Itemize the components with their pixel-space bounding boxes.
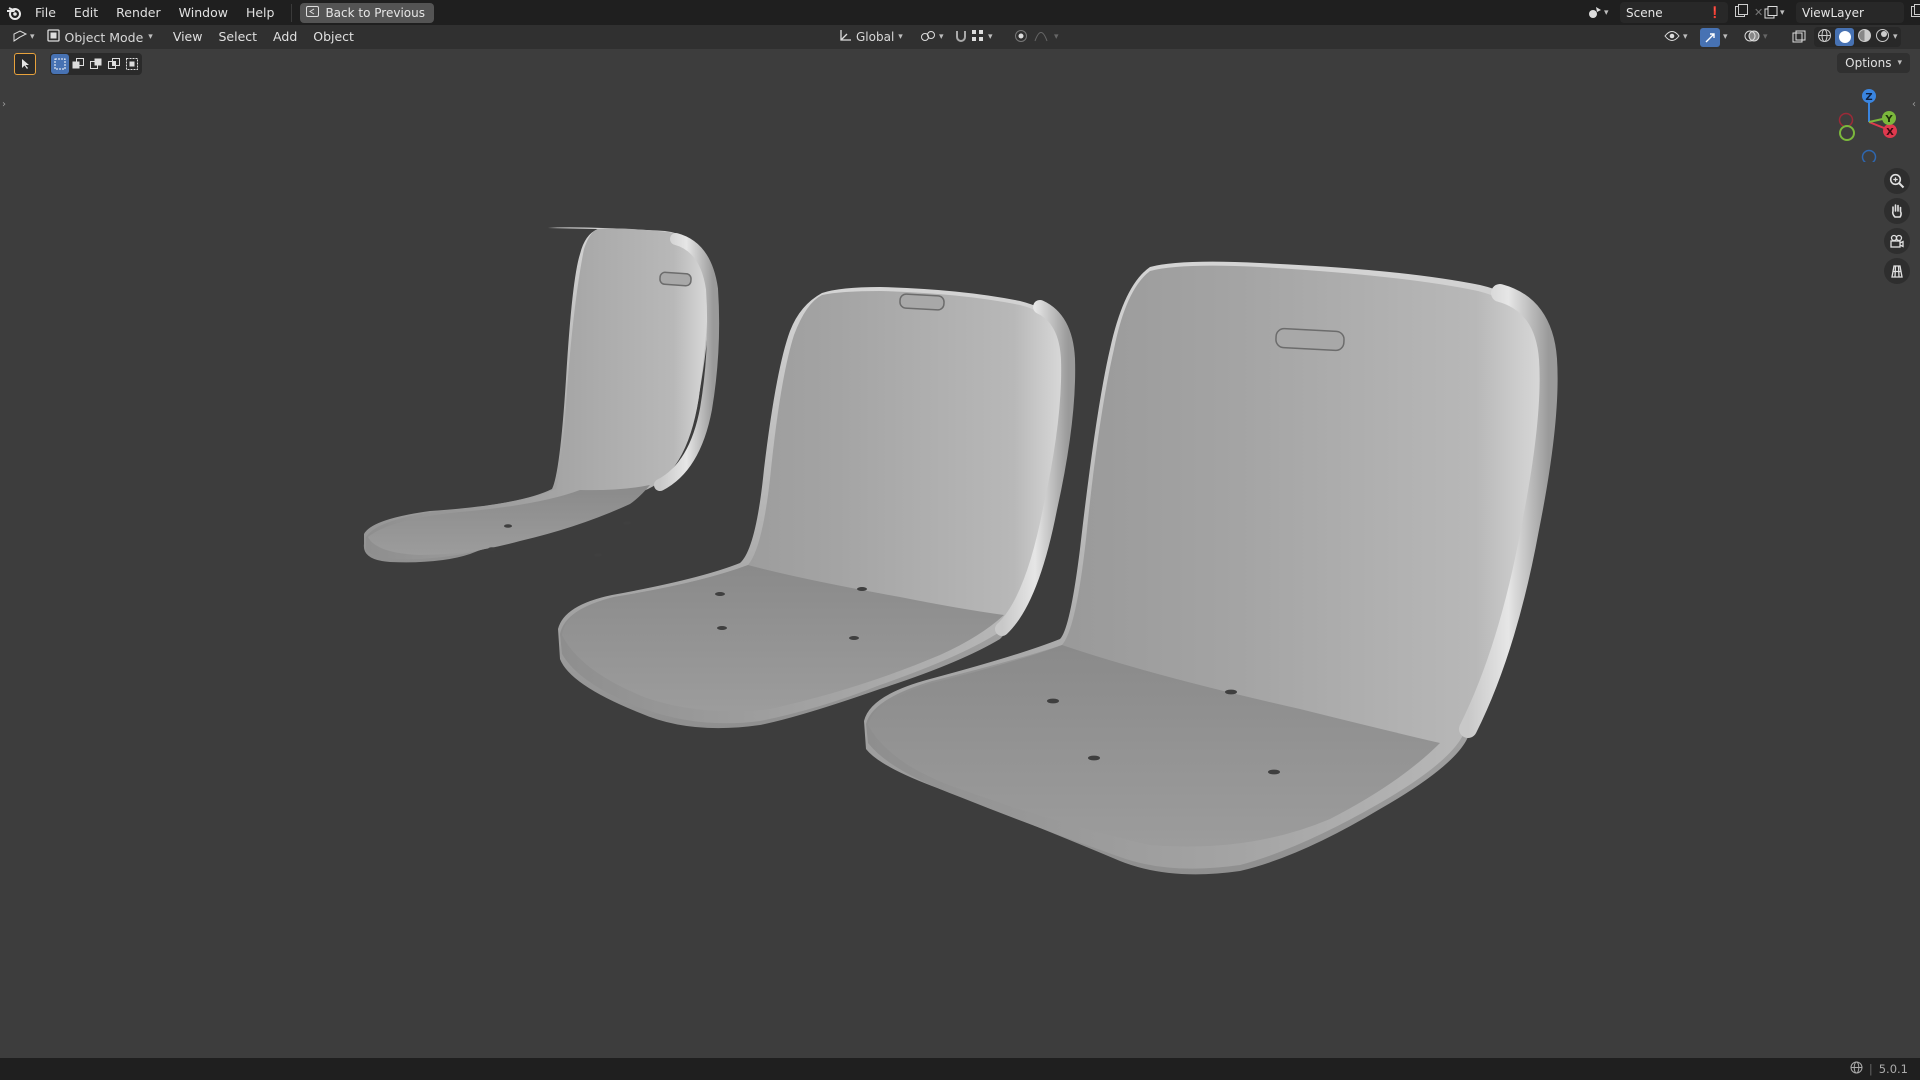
- options-dropdown[interactable]: Options ▾: [1837, 53, 1910, 73]
- status-bar: | 5.0.1: [0, 1058, 1920, 1080]
- shading-mode-group[interactable]: ▾: [1814, 27, 1901, 47]
- navigation-gizmo[interactable]: Z X Y: [1832, 86, 1902, 162]
- orientation-icon: [838, 29, 852, 46]
- camera-icon[interactable]: [1884, 228, 1910, 254]
- gizmo-icon: [1700, 27, 1720, 47]
- menu-file[interactable]: File: [26, 0, 65, 25]
- menu-window[interactable]: Window: [170, 0, 237, 25]
- viewport-canvas: [363, 227, 1558, 875]
- select-extend-icon[interactable]: [69, 54, 87, 74]
- material-shading-icon[interactable]: [1857, 28, 1872, 46]
- menu-edit[interactable]: Edit: [65, 0, 107, 25]
- grid-icon[interactable]: [1884, 258, 1910, 284]
- solid-shading-icon[interactable]: [1835, 28, 1854, 46]
- zoom-icon[interactable]: [1884, 168, 1910, 194]
- mode-label: Object Mode: [64, 29, 144, 45]
- viewport-header: ▾ Object Mode ▾ View Select Add Object G…: [0, 25, 1920, 49]
- status-separator: |: [1868, 1062, 1873, 1076]
- xray-icon[interactable]: [1792, 30, 1806, 47]
- viewlayer-icon[interactable]: ▾: [1764, 6, 1792, 19]
- select-tool-icon[interactable]: [14, 53, 36, 75]
- new-viewlayer-icon[interactable]: [1910, 4, 1920, 21]
- wireframe-shading-icon[interactable]: [1817, 28, 1832, 46]
- new-scene-icon[interactable]: [1734, 4, 1748, 21]
- editor-type-selector[interactable]: ▾: [12, 29, 35, 46]
- chevron-down-icon: ▾: [1897, 58, 1902, 68]
- select-new-icon[interactable]: [51, 54, 69, 74]
- scene-icon[interactable]: ▾: [1588, 6, 1616, 19]
- sidebar-expand-arrow-icon[interactable]: ‹: [1912, 99, 1916, 110]
- viewlayer-name-field[interactable]: ViewLayer: [1796, 2, 1904, 23]
- proportional-edit-group[interactable]: ▾: [1014, 27, 1059, 47]
- transform-orientation-selector[interactable]: Global ▾: [838, 27, 903, 47]
- pivot-icon: [920, 29, 936, 46]
- chevron-down-icon: ▾: [898, 32, 903, 42]
- back-to-previous-label: Back to Previous: [325, 5, 425, 20]
- scene-selector[interactable]: ▾ Scene ❗ ✕: [1588, 2, 1763, 23]
- toolbar-expand-arrow-icon[interactable]: ›: [2, 99, 6, 110]
- snap-grid-icon[interactable]: [972, 29, 984, 45]
- visibility-selector[interactable]: ▾: [1664, 27, 1688, 47]
- mode-selector[interactable]: Object Mode ▾: [41, 27, 159, 47]
- rendered-shading-icon[interactable]: [1875, 28, 1890, 46]
- menu-render[interactable]: Render: [107, 0, 170, 25]
- seat-mesh-left[interactable]: [363, 227, 720, 563]
- proportional-edit-icon[interactable]: [1014, 29, 1028, 46]
- chevron-down-icon: ▾: [30, 32, 35, 42]
- top-bar: File Edit Render Window Help Back to Pre…: [0, 0, 1920, 25]
- menu-view[interactable]: View: [165, 25, 211, 49]
- separator: [291, 3, 293, 22]
- snap-magnet-icon[interactable]: [954, 29, 968, 46]
- viewport-editor-icon: [12, 29, 28, 46]
- close-scene-icon[interactable]: ✕: [1754, 6, 1763, 19]
- menu-help[interactable]: Help: [237, 0, 284, 25]
- gizmo-y-label: Y: [1884, 114, 1893, 125]
- object-mode-icon: [46, 29, 60, 45]
- gizmo-z-label: Z: [1865, 92, 1872, 103]
- falloff-curve-icon[interactable]: [1034, 30, 1048, 45]
- menu-object[interactable]: Object: [305, 25, 362, 49]
- blender-logo-icon[interactable]: [2, 0, 26, 25]
- viewlayer-selector[interactable]: ▾ ViewLayer: [1764, 2, 1920, 23]
- pan-hand-icon[interactable]: [1884, 198, 1910, 224]
- select-invert-icon[interactable]: [105, 54, 123, 74]
- viewlayer-name-label: ViewLayer: [1802, 5, 1864, 20]
- back-icon: [306, 5, 320, 20]
- chevron-down-icon: ▾: [148, 32, 153, 42]
- menu-select[interactable]: Select: [210, 25, 265, 49]
- pivot-point-selector[interactable]: ▾: [920, 27, 944, 47]
- version-label: 5.0.1: [1878, 1062, 1908, 1076]
- snap-group[interactable]: ▾: [954, 27, 993, 47]
- select-intersect-icon[interactable]: [123, 54, 141, 74]
- scene-name-field[interactable]: Scene ❗: [1620, 2, 1728, 23]
- network-globe-icon[interactable]: [1850, 1061, 1863, 1077]
- gizmo-toggle[interactable]: ▾: [1700, 27, 1728, 47]
- scene-name-label: Scene: [1626, 5, 1663, 20]
- gizmo-x-label: X: [1886, 127, 1894, 138]
- selection-mode-group: [50, 53, 142, 75]
- tool-settings-row: [14, 52, 142, 76]
- menu-add[interactable]: Add: [265, 25, 305, 49]
- eye-icon: [1664, 30, 1680, 45]
- options-label: Options: [1845, 56, 1892, 70]
- select-subtract-icon[interactable]: [87, 54, 105, 74]
- pin-icon[interactable]: ❗: [1708, 6, 1722, 19]
- overlays-icon: [1744, 29, 1760, 46]
- 3d-viewport[interactable]: › ‹: [0, 49, 1920, 1058]
- overlays-toggle[interactable]: ▾: [1744, 27, 1768, 47]
- back-to-previous-button[interactable]: Back to Previous: [300, 2, 434, 23]
- orientation-label: Global: [856, 30, 895, 44]
